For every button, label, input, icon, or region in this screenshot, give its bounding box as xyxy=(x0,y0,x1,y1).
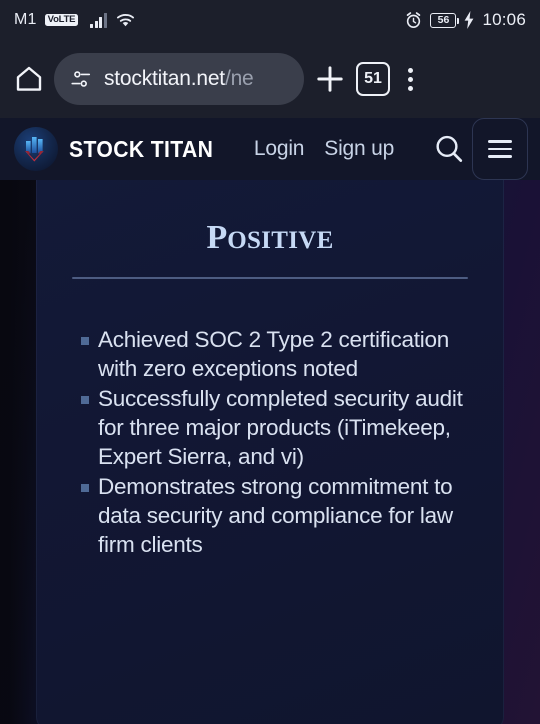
search-icon[interactable] xyxy=(432,132,466,166)
positive-title-rest: OSITIVE xyxy=(227,227,334,254)
wifi-icon xyxy=(115,12,136,28)
list-item: Achieved SOC 2 Type 2 certification with… xyxy=(72,325,483,383)
url-text: stocktitan.net/ne xyxy=(104,67,254,91)
login-link[interactable]: Login xyxy=(254,137,305,161)
charging-bolt-icon xyxy=(463,11,475,29)
browser-toolbar: stocktitan.net/ne 51 xyxy=(0,40,540,118)
new-tab-icon[interactable] xyxy=(314,63,346,95)
status-bar-left: M1 VoLTE xyxy=(14,11,136,29)
header-actions xyxy=(432,118,528,180)
url-bar[interactable]: stocktitan.net/ne xyxy=(54,53,304,105)
battery-icon: 56 xyxy=(430,12,459,28)
list-item: Demonstrates strong commitment to data s… xyxy=(72,472,483,559)
clock-label: 10:06 xyxy=(482,10,526,29)
url-domain: stocktitan.net xyxy=(104,67,225,90)
positive-title-cap: P xyxy=(206,219,228,256)
brand-home-link[interactable]: STOCK TITAN xyxy=(14,127,226,171)
positive-card: POSITIVE Achieved SOC 2 Type 2 certifica… xyxy=(36,180,504,724)
positive-list: Achieved SOC 2 Type 2 certification with… xyxy=(72,325,483,560)
carrier-label: M1 xyxy=(14,11,37,28)
android-status-bar: M1 VoLTE 56 10:06 xyxy=(0,0,540,40)
header-nav: Login Sign up xyxy=(254,137,394,161)
signup-link[interactable]: Sign up xyxy=(324,137,394,161)
site-header: STOCK TITAN Login Sign up xyxy=(0,118,540,180)
volte-badge: VoLTE xyxy=(44,13,79,27)
alarm-clock-icon xyxy=(404,11,423,30)
status-bar-right: 56 10:06 xyxy=(404,10,526,30)
positive-divider xyxy=(72,277,468,279)
signal-bars-icon xyxy=(90,12,107,28)
overflow-menu-icon[interactable] xyxy=(400,64,421,95)
home-icon[interactable] xyxy=(14,64,44,94)
logo-icon xyxy=(14,127,58,171)
brand-name: STOCK TITAN xyxy=(69,135,214,162)
site-settings-icon[interactable] xyxy=(70,68,92,90)
hamburger-menu-icon[interactable] xyxy=(472,118,528,180)
tab-counter-icon[interactable]: 51 xyxy=(356,62,390,96)
url-path: /ne xyxy=(224,67,254,90)
list-item: Successfully completed security audit fo… xyxy=(72,384,483,471)
page-content: POSITIVE Achieved SOC 2 Type 2 certifica… xyxy=(0,180,540,724)
positive-title: POSITIVE xyxy=(37,221,503,255)
